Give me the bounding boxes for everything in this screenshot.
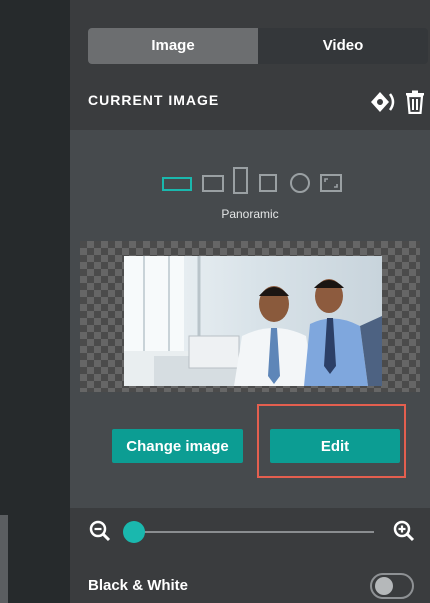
tab-image[interactable]: Image bbox=[88, 28, 258, 64]
square-shape-icon[interactable] bbox=[259, 174, 277, 192]
circle-shape-icon[interactable] bbox=[290, 173, 310, 193]
toggle-knob bbox=[375, 577, 393, 595]
current-image-header: CURRENT IMAGE bbox=[88, 90, 424, 115]
current-image-photo bbox=[124, 256, 382, 386]
zoom-control bbox=[88, 517, 416, 547]
panoramic-shape-icon[interactable] bbox=[162, 177, 192, 191]
zoom-slider-track[interactable] bbox=[124, 531, 374, 533]
original-shape-icon[interactable] bbox=[320, 174, 342, 192]
black-white-toggle[interactable] bbox=[370, 573, 414, 599]
image-actions: Change image Edit bbox=[70, 404, 430, 482]
section-title: CURRENT IMAGE bbox=[88, 92, 220, 108]
trash-icon[interactable] bbox=[404, 90, 430, 115]
shape-selector bbox=[162, 167, 352, 197]
image-preview-section: Panoramic Change image Edit bbox=[70, 130, 430, 508]
zoom-slider-thumb[interactable] bbox=[123, 521, 145, 543]
selected-shape-label: Panoramic bbox=[221, 207, 279, 221]
media-tabs: Image Video bbox=[88, 28, 428, 64]
image-settings-panel: Image Video CURRENT IMAGE Panoramic Chan… bbox=[70, 0, 430, 603]
black-white-label: Black & White bbox=[88, 577, 189, 594]
zoom-in-icon[interactable] bbox=[392, 519, 416, 543]
landscape-shape-icon[interactable] bbox=[202, 175, 224, 192]
tab-video[interactable]: Video bbox=[258, 28, 428, 64]
scrollbar[interactable] bbox=[0, 515, 8, 603]
black-white-row: Black & White bbox=[88, 573, 418, 603]
image-crop-area[interactable] bbox=[80, 241, 420, 392]
portrait-shape-icon[interactable] bbox=[233, 167, 248, 194]
edit-button[interactable]: Edit bbox=[270, 429, 400, 463]
focal-point-icon[interactable] bbox=[370, 90, 396, 114]
left-sidebar bbox=[0, 0, 70, 603]
change-image-button[interactable]: Change image bbox=[112, 429, 243, 463]
zoom-out-icon[interactable] bbox=[88, 519, 112, 543]
